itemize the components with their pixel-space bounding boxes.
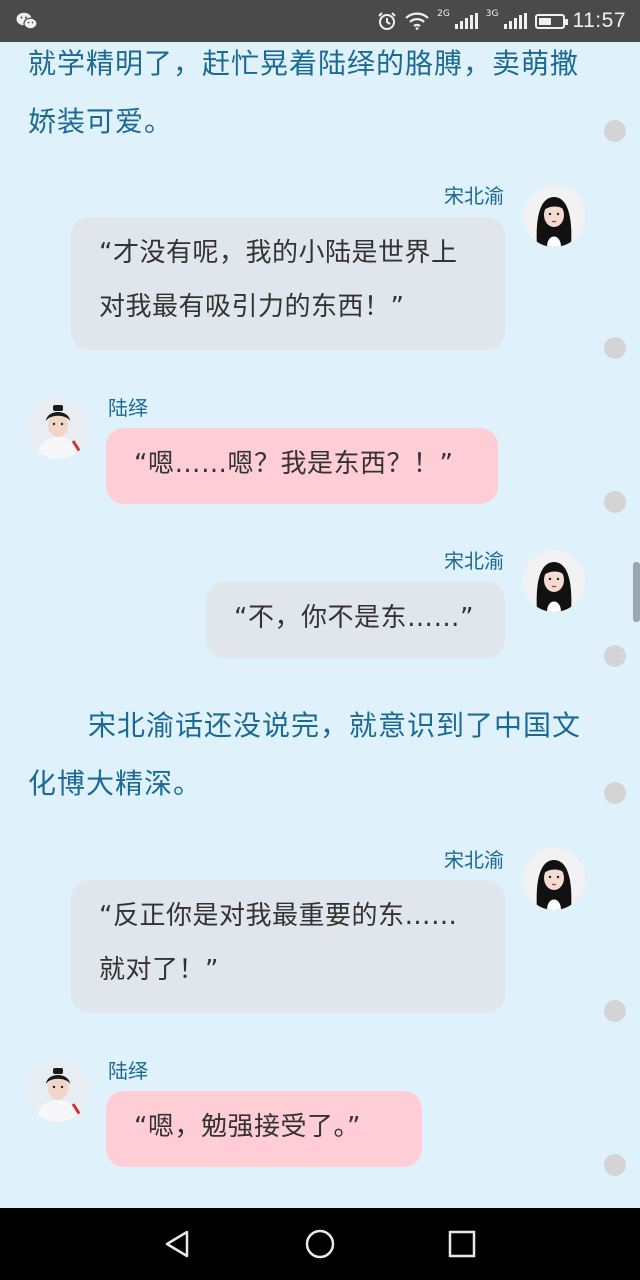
message-bubble: “不，你不是东……” <box>206 582 505 658</box>
wifi-icon <box>405 12 429 30</box>
narration-paragraph: 宋北渝话还没说完，就意识到了中国文化博大精深。 <box>28 709 582 800</box>
message-bubble: “嗯，勉强接受了。” <box>106 1091 422 1167</box>
avatar-song-beiyu[interactable] <box>523 185 585 247</box>
avatar-portrait-icon <box>523 185 585 247</box>
wechat-icon <box>16 12 38 30</box>
comment-dot-icon[interactable] <box>604 645 626 667</box>
speaker-name: 陆绎 <box>108 1059 148 1083</box>
speaker-name: 宋北渝 <box>444 549 504 573</box>
avatar-portrait-icon <box>523 550 585 612</box>
navigation-bar <box>0 1208 640 1280</box>
avatar-song-beiyu[interactable] <box>523 550 585 612</box>
message-bubble: “嗯……嗯？我是东西？！” <box>106 428 498 504</box>
speaker-name: 陆绎 <box>108 396 148 420</box>
speaker-name: 宋北渝 <box>444 184 504 208</box>
avatar-portrait-icon <box>27 397 89 459</box>
message-bubble: “反正你是对我最重要的东……就对了！” <box>71 880 505 1013</box>
scrollbar[interactable] <box>633 562 640 622</box>
speaker-name: 宋北渝 <box>444 848 504 872</box>
comment-dot-icon[interactable] <box>604 1000 626 1022</box>
avatar-song-beiyu[interactable] <box>523 848 585 910</box>
comment-dot-icon[interactable] <box>604 337 626 359</box>
message-bubble: “才没有呢，我的小陆是世界上对我最有吸引力的东西！” <box>71 217 505 350</box>
clock: 11:57 <box>572 9 626 32</box>
avatar-portrait-icon <box>27 1060 89 1122</box>
battery-icon <box>534 13 568 29</box>
comment-dot-icon[interactable] <box>604 782 626 804</box>
recents-icon[interactable] <box>444 1226 480 1262</box>
network-type-label-2: 3G <box>485 9 499 19</box>
chat-story-content[interactable]: 就学精明了，赶忙晃着陆绎的胳膊，卖萌撒娇装可爱。 宋北渝 “才没有呢，我的小陆是… <box>0 42 640 1208</box>
avatar-lu-yi[interactable] <box>27 397 89 459</box>
back-icon[interactable] <box>160 1226 196 1262</box>
network-type-label: 2G <box>437 9 450 19</box>
home-icon[interactable] <box>302 1226 338 1262</box>
status-bar: 2G 3G 11:57 <box>0 0 640 42</box>
narration-paragraph: 就学精明了，赶忙晃着陆绎的胳膊，卖萌撒娇装可爱。 <box>28 47 580 138</box>
comment-dot-icon[interactable] <box>604 120 626 142</box>
signal-icon <box>454 13 478 29</box>
avatar-lu-yi[interactable] <box>27 1060 89 1122</box>
comment-dot-icon[interactable] <box>604 1154 626 1176</box>
signal-icon-2 <box>503 13 527 29</box>
avatar-portrait-icon <box>523 848 585 910</box>
alarm-icon <box>378 12 396 30</box>
comment-dot-icon[interactable] <box>604 491 626 513</box>
